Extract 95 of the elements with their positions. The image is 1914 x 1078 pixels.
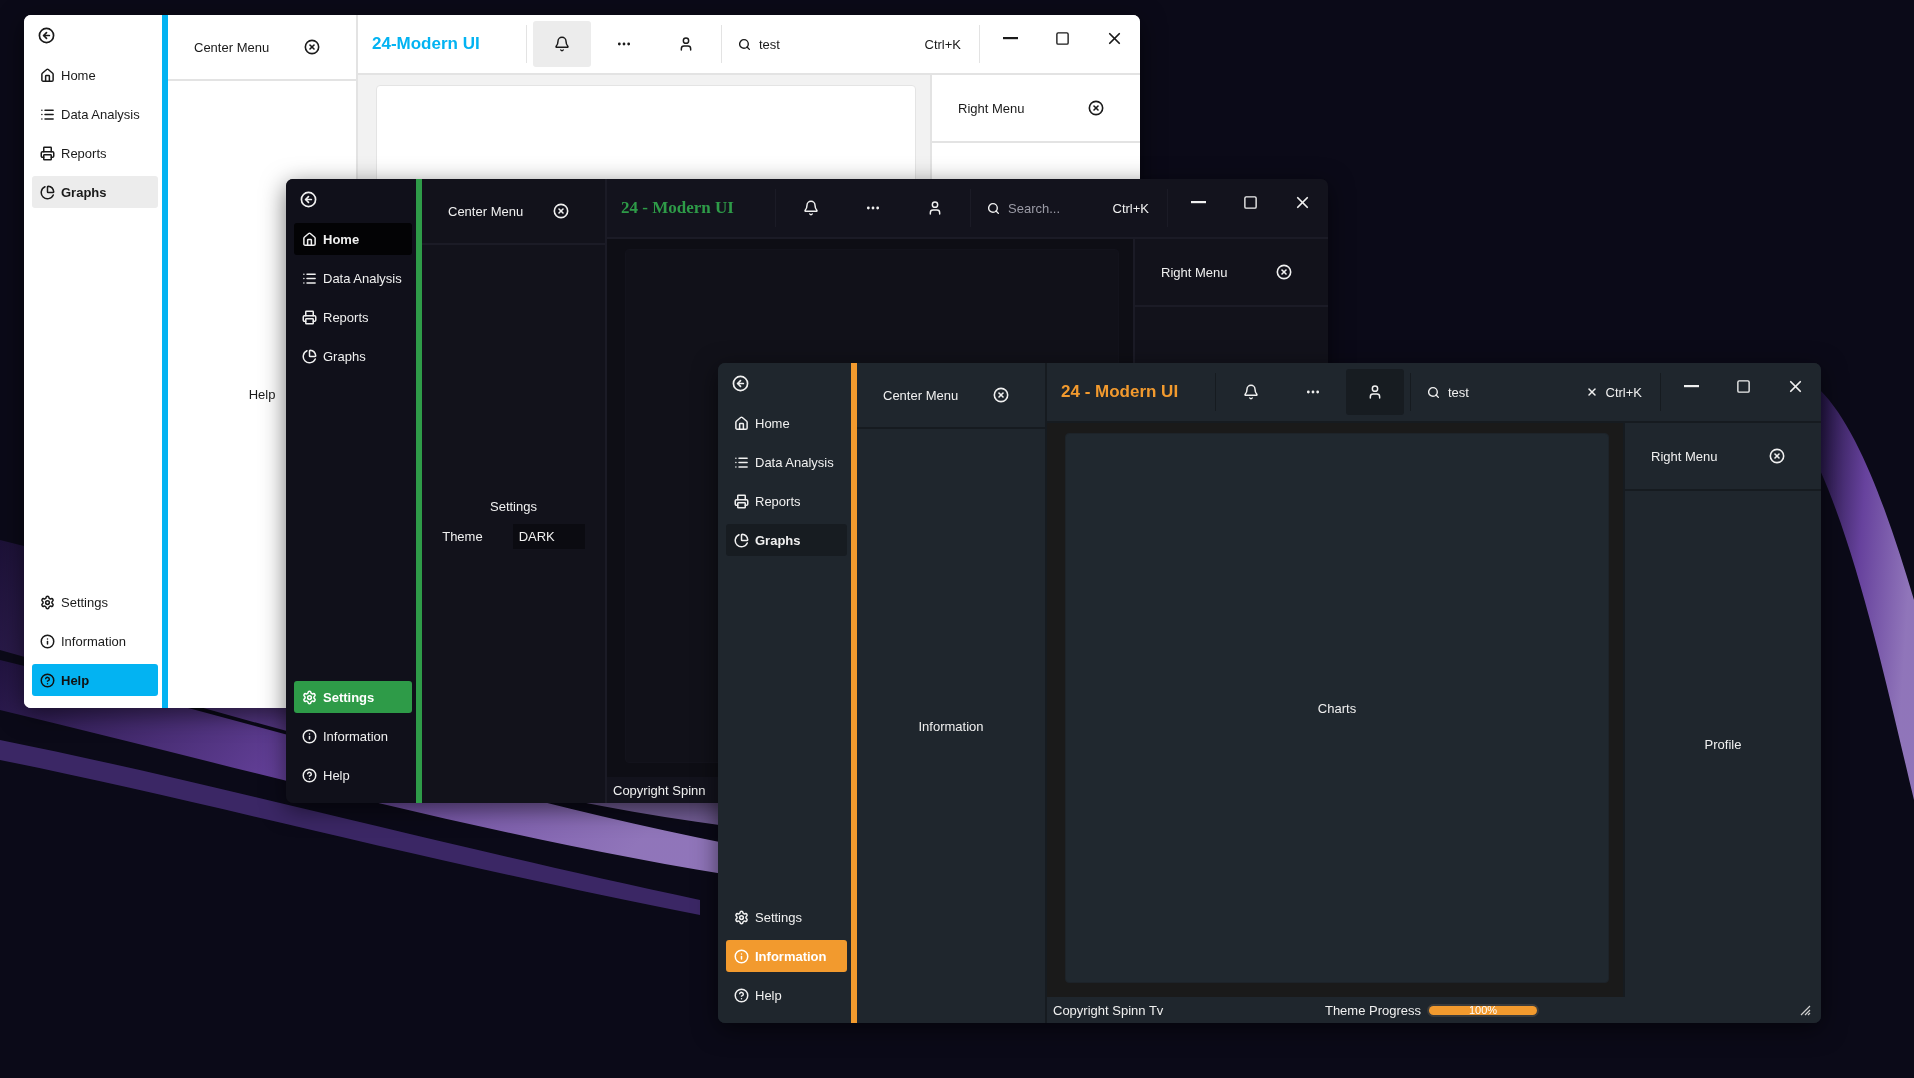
bell-icon <box>554 36 570 52</box>
nav-item[interactable]: Data Analysis <box>726 446 847 478</box>
bell-icon <box>1243 384 1259 400</box>
nav-item[interactable]: Home <box>294 223 412 255</box>
panel-title: Center Menu <box>448 203 524 219</box>
panel-title: Right Menu <box>958 100 1025 116</box>
panel-title: Center Menu <box>194 39 270 55</box>
user-icon <box>1367 384 1383 400</box>
progress-label: Theme Progress <box>1324 1002 1422 1018</box>
nav-item[interactable]: Help <box>726 979 847 1011</box>
nav-item[interactable]: Home <box>726 407 847 439</box>
nav-item[interactable]: Settings <box>294 681 412 713</box>
pie-chart-icon <box>734 532 749 548</box>
notifications-button[interactable] <box>533 21 591 67</box>
panel-text: Profile <box>1704 736 1742 752</box>
nav-item[interactable]: Information <box>294 720 412 752</box>
nav-item[interactable]: Data Analysis <box>32 98 158 130</box>
nav-item[interactable]: Settings <box>726 901 847 933</box>
panel-title: Right Menu <box>1651 448 1718 464</box>
info-icon <box>734 948 749 964</box>
list-icon <box>734 454 749 470</box>
nav-item[interactable]: Graphs <box>32 176 158 208</box>
search-icon <box>1427 385 1440 399</box>
search-field[interactable]: test <box>1448 382 1578 402</box>
help-icon <box>734 987 749 1003</box>
minimize-icon <box>1002 37 1018 40</box>
gear-icon <box>40 594 55 610</box>
app-title: 24-Modern UI <box>371 34 481 54</box>
search-field[interactable]: test <box>759 34 917 54</box>
shortcut-hint: Ctrl+K <box>924 36 961 52</box>
list-icon <box>302 270 317 286</box>
search-icon <box>738 37 751 51</box>
nav-item[interactable]: Information <box>32 625 158 657</box>
maximize-icon <box>1054 31 1070 46</box>
close-icon <box>1276 264 1292 280</box>
app-title: 24 - Modern UI <box>620 198 735 218</box>
close-icon <box>304 39 320 55</box>
clear-button[interactable] <box>1585 386 1598 398</box>
nav-item[interactable]: Data Analysis <box>294 262 412 294</box>
close-icon <box>1088 100 1104 116</box>
info-icon <box>302 728 317 744</box>
shortcut-hint: Ctrl+K <box>1112 200 1149 216</box>
close-icon <box>1769 448 1785 464</box>
copyright-text: Copyright Spinn <box>613 782 707 798</box>
gear-icon <box>734 909 749 925</box>
user-icon <box>678 36 694 52</box>
content-label: Charts <box>1317 700 1357 716</box>
user-icon <box>927 200 943 216</box>
printer-icon <box>302 309 317 325</box>
account-button[interactable] <box>1346 369 1404 415</box>
pie-chart-icon <box>302 348 317 364</box>
search-field[interactable]: Search... <box>1008 198 1105 218</box>
nav-item[interactable]: Graphs <box>726 524 847 556</box>
home-icon <box>40 67 55 83</box>
close-icon <box>993 387 1009 403</box>
nav-item[interactable]: Graphs <box>294 340 412 372</box>
close-icon <box>553 203 569 219</box>
list-icon <box>40 106 55 122</box>
gear-icon <box>302 689 317 705</box>
nav-item[interactable]: Home <box>32 59 158 91</box>
nav-item[interactable]: Reports <box>294 301 412 333</box>
printer-icon <box>40 145 55 161</box>
nav-item[interactable]: Help <box>294 759 412 791</box>
theme-dropdown[interactable]: DARK <box>512 524 585 549</box>
printer-icon <box>734 493 749 509</box>
maximize-icon <box>1242 195 1258 210</box>
resize-grip-icon[interactable] <box>1799 1004 1811 1016</box>
panel-title: Right Menu <box>1161 264 1228 280</box>
settings-heading: Settings <box>490 499 537 514</box>
help-icon <box>302 767 317 783</box>
shortcut-hint: Ctrl+K <box>1605 384 1642 400</box>
app-title: 24 - Modern UI <box>1060 382 1180 402</box>
progress-reading: 100% <box>1467 1003 1499 1017</box>
home-icon <box>302 231 317 247</box>
panel-text: Information <box>918 718 984 734</box>
minimize-icon <box>1683 385 1699 388</box>
nav-item[interactable]: Settings <box>32 586 158 618</box>
clear-icon <box>1585 386 1598 398</box>
nav-item[interactable]: Help <box>32 664 158 696</box>
close-button[interactable] <box>1088 100 1104 116</box>
pie-chart-icon <box>40 184 55 200</box>
copyright-text: Copyright Spinn Tv <box>1053 1002 1165 1018</box>
panel-text: Help <box>248 387 276 402</box>
nav-item[interactable]: Reports <box>726 485 847 517</box>
help-icon <box>40 672 55 688</box>
nav-item[interactable]: Reports <box>32 137 158 169</box>
theme-label: Theme <box>442 529 483 544</box>
minimize-icon <box>1190 201 1206 204</box>
info-icon <box>40 633 55 649</box>
panel-title: Center Menu <box>883 387 959 403</box>
search-icon <box>987 201 1000 215</box>
maximize-icon <box>1735 379 1751 394</box>
close-button[interactable] <box>304 39 320 55</box>
home-icon <box>734 415 749 431</box>
bell-icon <box>803 200 819 216</box>
